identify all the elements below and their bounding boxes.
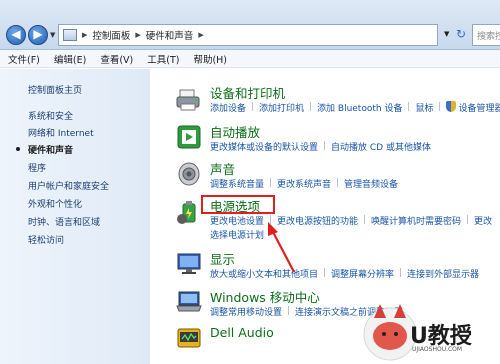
watermark-subtext: UJIAOSHOU.COM [412, 346, 463, 353]
